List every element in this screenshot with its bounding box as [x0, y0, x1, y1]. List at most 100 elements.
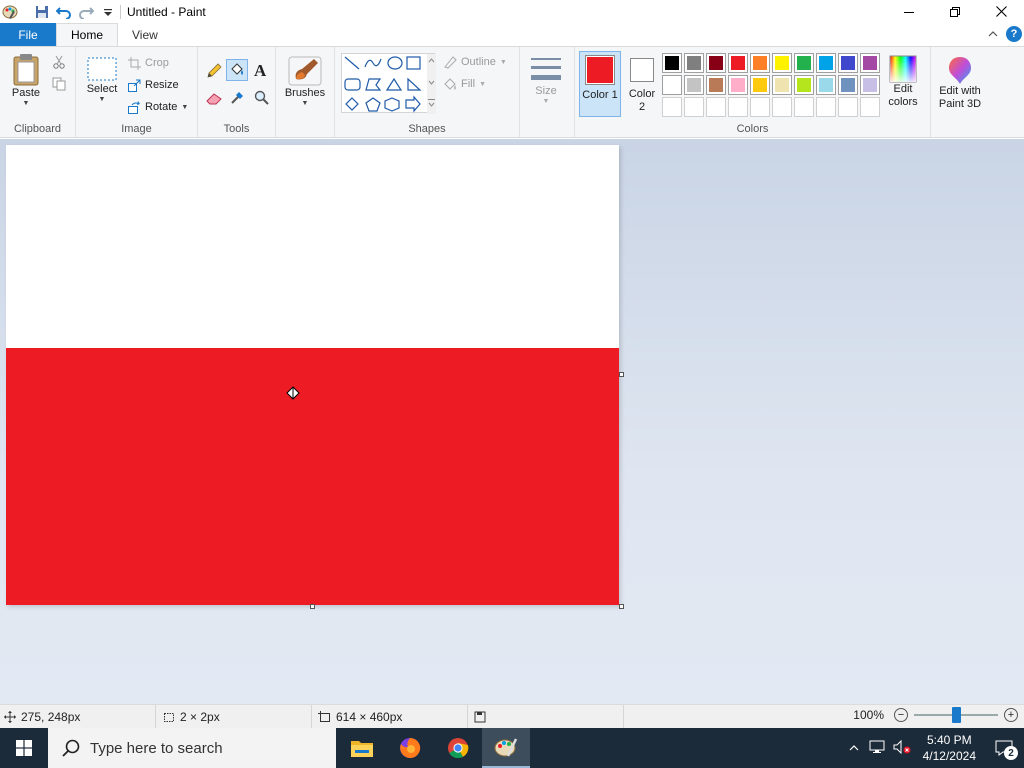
fill-button[interactable]: Fill ▼: [443, 74, 486, 94]
custom-color-slot[interactable]: [794, 97, 814, 117]
zoom-slider-thumb[interactable]: [952, 707, 961, 723]
tab-home[interactable]: Home: [56, 23, 119, 46]
notification-count-badge: 2: [1004, 746, 1018, 760]
search-icon: [62, 739, 80, 757]
text-tool-icon[interactable]: A: [254, 61, 266, 81]
fill-bucket-icon[interactable]: [226, 59, 248, 81]
minimize-button[interactable]: [886, 0, 932, 23]
copy-icon[interactable]: [52, 77, 66, 94]
palette-swatch[interactable]: [706, 53, 726, 73]
palette-swatch[interactable]: [838, 75, 858, 95]
custom-color-slot[interactable]: [684, 97, 704, 117]
fill-cursor-icon: [286, 386, 300, 403]
taskbar-clock[interactable]: 5:40 PM 4/12/2024: [915, 732, 984, 764]
taskbar-search-box[interactable]: Type here to search: [48, 728, 336, 768]
eraser-icon[interactable]: [206, 91, 223, 108]
palette-swatch[interactable]: [794, 53, 814, 73]
clipboard-group: Paste ▼ Clipboard: [0, 47, 76, 137]
palette-swatch[interactable]: [750, 53, 770, 73]
palette-swatch[interactable]: [662, 75, 682, 95]
color-palette: [662, 53, 880, 117]
palette-swatch[interactable]: [750, 75, 770, 95]
taskbar-paint[interactable]: [482, 728, 530, 768]
shapes-gallery[interactable]: [341, 53, 436, 114]
customize-quick-access-icon[interactable]: [100, 4, 116, 20]
collapse-ribbon-icon[interactable]: [988, 27, 998, 41]
palette-swatch[interactable]: [794, 75, 814, 95]
palette-swatch[interactable]: [728, 75, 748, 95]
taskbar-firefox[interactable]: [386, 728, 434, 768]
palette-swatch[interactable]: [816, 75, 836, 95]
custom-color-slot[interactable]: [706, 97, 726, 117]
resize-button[interactable]: Resize: [128, 75, 179, 95]
save-icon[interactable]: [34, 4, 50, 20]
palette-swatch[interactable]: [860, 75, 880, 95]
color1-button[interactable]: Color 1: [579, 51, 621, 117]
maximize-button[interactable]: [932, 0, 978, 23]
close-button[interactable]: [978, 0, 1024, 23]
paint-app-icon[interactable]: [2, 4, 18, 20]
custom-color-slot[interactable]: [860, 97, 880, 117]
paste-button[interactable]: Paste ▼: [6, 53, 46, 107]
chrome-icon: [448, 738, 469, 759]
brushes-button[interactable]: Brushes ▼: [282, 55, 328, 107]
custom-color-slot[interactable]: [750, 97, 770, 117]
cut-icon[interactable]: [52, 55, 66, 72]
tab-view[interactable]: View: [118, 23, 172, 46]
size-button[interactable]: Size ▼: [524, 55, 568, 105]
redo-icon[interactable]: [78, 4, 94, 20]
custom-color-slot[interactable]: [816, 97, 836, 117]
palette-swatch[interactable]: [662, 53, 682, 73]
custom-color-slot[interactable]: [728, 97, 748, 117]
zoom-slider[interactable]: [914, 707, 998, 723]
status-bar: 275, 248px 2 × 2px 614 × 460px 100% − +: [0, 704, 1024, 728]
palette-swatch[interactable]: [772, 53, 792, 73]
palette-swatch[interactable]: [772, 75, 792, 95]
zoom-level: 100%: [853, 708, 884, 722]
undo-icon[interactable]: [56, 4, 72, 20]
volume-muted-icon[interactable]: [889, 739, 915, 757]
zoom-in-button[interactable]: +: [1004, 708, 1018, 722]
color-picker-icon[interactable]: [230, 89, 246, 108]
resize-handle-right[interactable]: [619, 372, 624, 377]
outline-button[interactable]: Outline ▼: [443, 52, 507, 72]
title-bar: Untitled - Paint: [0, 0, 1024, 23]
drawing-canvas[interactable]: [6, 145, 619, 605]
palette-swatch[interactable]: [816, 53, 836, 73]
custom-color-slot[interactable]: [662, 97, 682, 117]
resize-handle-bottom[interactable]: [310, 604, 315, 609]
taskbar-file-explorer[interactable]: [338, 728, 386, 768]
color2-button[interactable]: Color 2: [625, 51, 659, 117]
palette-swatch[interactable]: [684, 53, 704, 73]
zoom-out-button[interactable]: −: [894, 708, 908, 722]
network-icon[interactable]: [865, 740, 889, 757]
action-center-button[interactable]: 2: [984, 728, 1024, 768]
edit-with-paint3d-button[interactable]: Edit with Paint 3D: [934, 55, 986, 111]
red-filled-region: [6, 348, 619, 605]
palette-swatch[interactable]: [838, 53, 858, 73]
palette-swatch[interactable]: [728, 53, 748, 73]
pencil-icon[interactable]: [206, 63, 222, 82]
colors-divider: [930, 47, 931, 137]
canvas-size: 614 × 460px: [314, 705, 468, 728]
show-hidden-icons[interactable]: [843, 741, 865, 755]
custom-color-slot[interactable]: [772, 97, 792, 117]
resize-handle-corner[interactable]: [619, 604, 624, 609]
tab-file[interactable]: File: [0, 23, 56, 46]
custom-color-slot[interactable]: [838, 97, 858, 117]
start-button[interactable]: [0, 728, 48, 768]
image-group: Select ▼ Crop Resize Rotate ▼ Image: [76, 47, 198, 137]
taskbar-chrome[interactable]: [434, 728, 482, 768]
help-icon[interactable]: ?: [1006, 26, 1022, 42]
palette-swatch[interactable]: [860, 53, 880, 73]
edit-colors-button[interactable]: Edit colors: [883, 55, 923, 109]
crop-button[interactable]: Crop: [128, 53, 169, 73]
select-button[interactable]: Select ▼: [82, 55, 122, 103]
select-icon: [87, 57, 117, 81]
shapes-gallery-icon: [344, 54, 436, 114]
magnifier-icon[interactable]: [254, 90, 269, 108]
palette-swatch[interactable]: [706, 75, 726, 95]
system-tray: 5:40 PM 4/12/2024 2: [843, 728, 1024, 768]
palette-swatch[interactable]: [684, 75, 704, 95]
rotate-button[interactable]: Rotate ▼: [128, 97, 188, 117]
